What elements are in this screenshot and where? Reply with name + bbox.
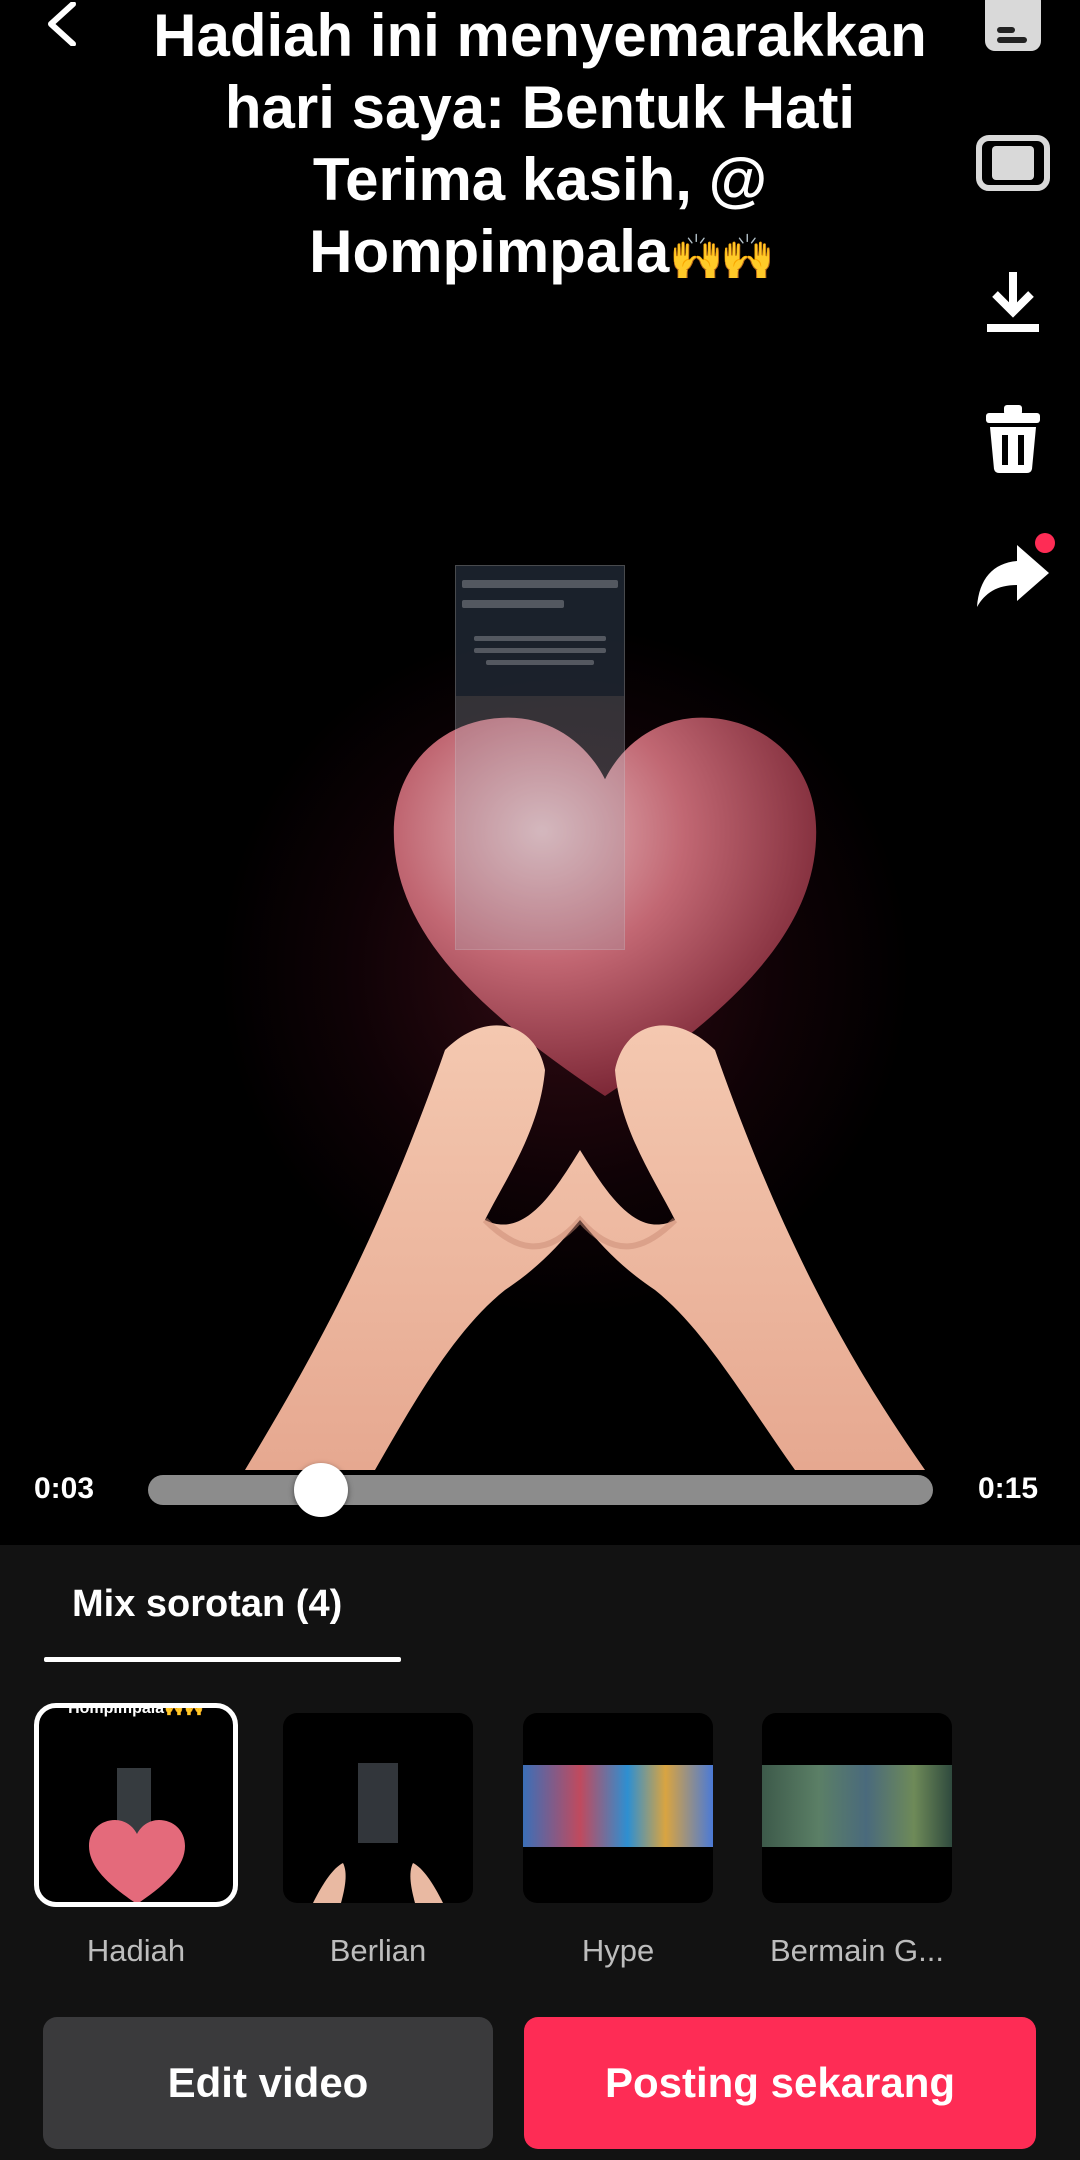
back-button[interactable] xyxy=(36,0,88,52)
clip-label-bermain: Bermain G... xyxy=(770,1933,944,1968)
video-caption: Hadiah ini menyemarakkan hari saya: Bent… xyxy=(150,0,930,294)
tab-underline xyxy=(44,1657,401,1662)
post-now-button[interactable]: Posting sekarang xyxy=(524,2017,1036,2149)
total-time: 0:15 xyxy=(978,1472,1039,1505)
mini-hands-graphic xyxy=(313,1863,443,1903)
clip-label-hype: Hype xyxy=(581,1933,655,1968)
download-icon xyxy=(985,270,1041,341)
caption-emoji: 🙌🙌 xyxy=(669,233,775,282)
mini-heart-graphic xyxy=(89,1820,185,1902)
aspect-ratio-button[interactable] xyxy=(968,120,1058,210)
screen-recording-overlay xyxy=(455,565,625,950)
caption-text: Hadiah ini menyemarakkan hari saya: Bent… xyxy=(153,2,927,285)
clip-thumbnail-hadiah[interactable]: Hompimpala🙌🙌 xyxy=(34,1703,238,1907)
trash-icon xyxy=(982,403,1044,480)
chevron-left-icon xyxy=(45,0,79,51)
bottom-panel: Mix sorotan (4) Hompimpala🙌🙌 Hadiah Berl… xyxy=(0,1545,1080,2160)
aspect-ratio-icon xyxy=(976,134,1050,196)
clip-thumbnail-bermain[interactable] xyxy=(762,1713,952,1903)
game-screenshot xyxy=(523,1765,713,1847)
current-time: 0:03 xyxy=(34,1472,95,1505)
clip-thumb-caption: Hompimpala🙌🙌 xyxy=(68,1703,204,1717)
info-card-icon xyxy=(983,0,1043,58)
info-card-button[interactable] xyxy=(968,0,1058,68)
hands-heart-graphic xyxy=(245,1025,925,1470)
edit-video-button[interactable]: Edit video xyxy=(43,2017,493,2149)
clip-thumbnail-berlian[interactable] xyxy=(283,1713,473,1903)
notification-dot xyxy=(1035,532,1055,553)
clip-thumbnail-hype[interactable] xyxy=(523,1713,713,1903)
progress-thumb[interactable] xyxy=(294,1463,349,1517)
clip-label-hadiah: Hadiah xyxy=(86,1933,186,1968)
share-button[interactable] xyxy=(968,532,1058,622)
share-arrow-icon xyxy=(975,532,1055,614)
delete-button[interactable] xyxy=(968,396,1058,486)
download-button[interactable] xyxy=(968,260,1058,350)
tab-mix-sorotan[interactable]: Mix sorotan (4) xyxy=(72,1583,342,1626)
progress-track[interactable] xyxy=(148,1475,933,1505)
clip-label-berlian: Berlian xyxy=(329,1933,427,1968)
video-preview[interactable]: Hadiah ini menyemarakkan hari saya: Bent… xyxy=(0,0,1080,1545)
game-screenshot xyxy=(762,1765,952,1847)
